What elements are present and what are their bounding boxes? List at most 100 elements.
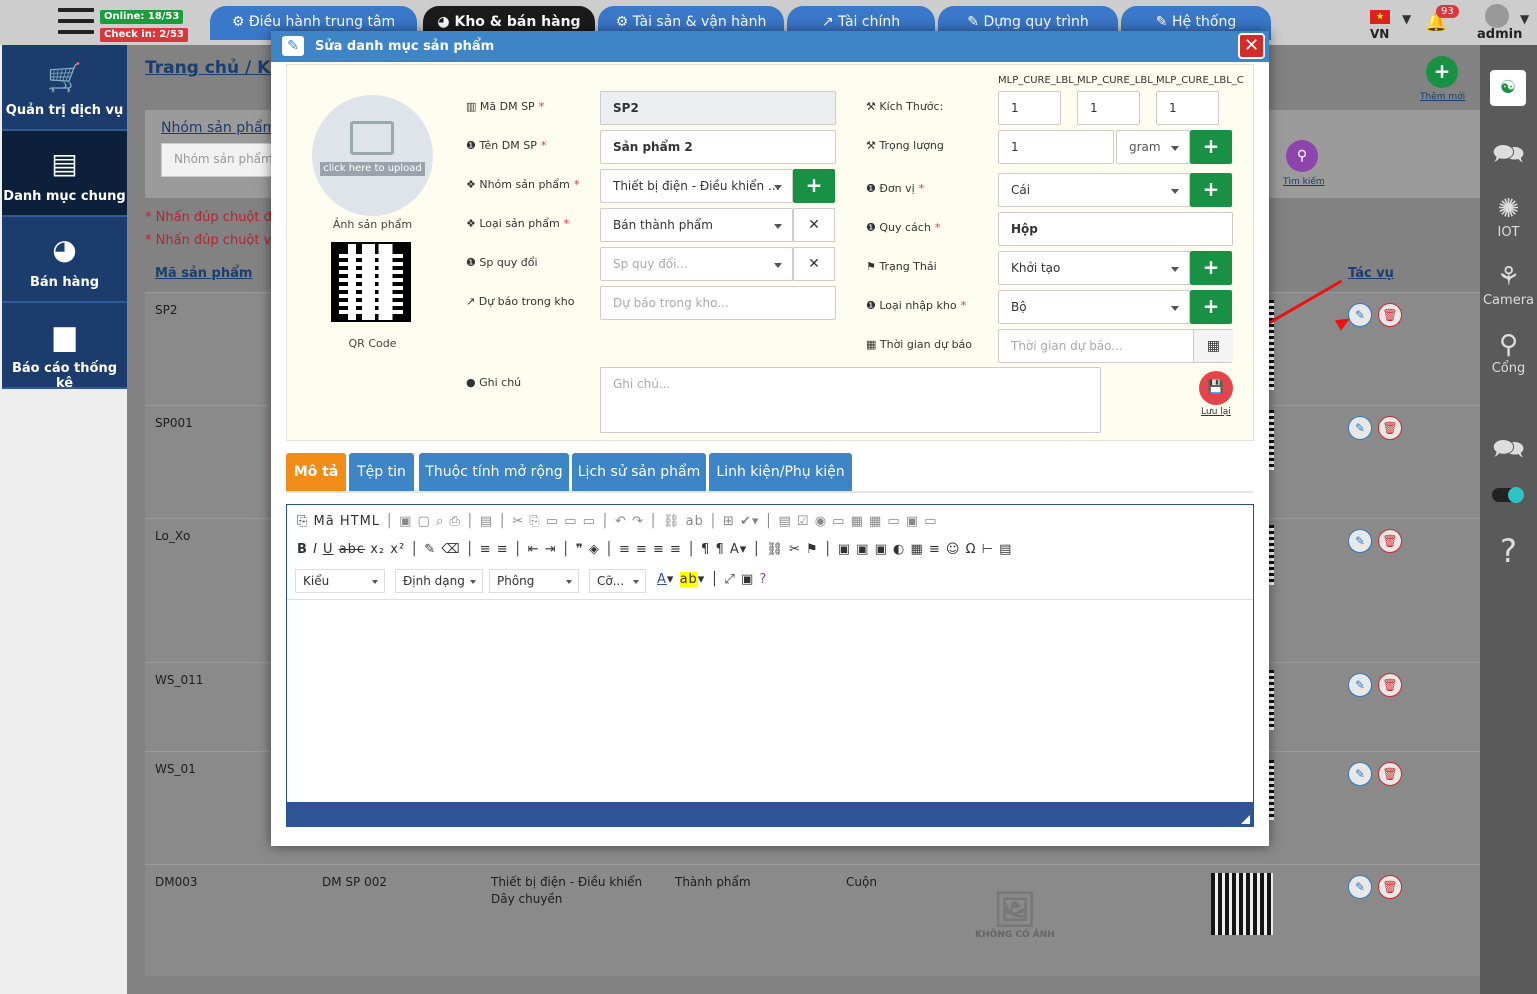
help-button[interactable]: ?	[1480, 527, 1537, 567]
format-dropdown[interactable]: Định dạng	[395, 569, 483, 593]
chevron-down-icon[interactable]: ▼	[1402, 12, 1411, 26]
edit-icon[interactable]: ✎	[1348, 875, 1372, 899]
online-badge: Online: 18/53	[100, 10, 184, 24]
delete-icon[interactable]: 🗑	[1378, 529, 1402, 553]
tab-components[interactable]: Linh kiện/Phụ kiện	[709, 453, 852, 492]
column-header-code[interactable]: Mã sản phẩm	[155, 266, 252, 281]
add-group-button[interactable]: +	[793, 169, 835, 203]
tab-extended-attributes[interactable]: Thuộc tính mở rộng	[419, 453, 569, 492]
add-new-label[interactable]: Thêm mới	[1420, 92, 1465, 102]
iot-button[interactable]: ✺ IOT	[1480, 185, 1537, 240]
toolbar-buttons-row-1[interactable]: │ ▣ ▢ ⌕ ⎙ │ ▤ │ ✂ ⎘ ▭ ▭ ▭ │ ↶ ↷ │ ⛓ ab │…	[385, 514, 937, 529]
name-input[interactable]: Sản phẩm 2	[600, 130, 836, 164]
forecast-time-label-text: Thời gian dự báo	[879, 338, 973, 351]
status-select[interactable]: Khởi tạo	[998, 251, 1190, 285]
size-input-2[interactable]: 1	[1077, 91, 1140, 125]
no-image-label: KHÔNG CÓ ẢNH	[975, 930, 1055, 940]
size-input-1[interactable]: 1	[998, 91, 1061, 125]
edit-icon[interactable]: ✎	[1348, 762, 1372, 786]
camera-button[interactable]: ⚘ Camera	[1480, 253, 1537, 308]
add-status-button[interactable]: +	[1190, 251, 1232, 285]
spec-label: ❶ Quy cách *	[866, 221, 941, 234]
edit-icon[interactable]: ✎	[1348, 416, 1372, 440]
sidebar-item-label: Danh mục chung	[3, 189, 126, 204]
font-dropdown[interactable]: Phông	[489, 569, 579, 593]
save-label[interactable]: Lưu lại	[1201, 407, 1231, 417]
code-input[interactable]: SP2	[600, 91, 836, 125]
gate-button[interactable]: ⚲ Cổng	[1480, 321, 1537, 376]
chat-button[interactable]: 🗪	[1480, 425, 1537, 465]
pie-chart-icon: ◕	[52, 233, 77, 266]
import-label: ❶ Loại nhập kho *	[866, 299, 967, 312]
convert-select[interactable]: Sp quy đổi...	[600, 247, 793, 281]
table-row[interactable]: DM003 DM SP 002 Thiết bị điện - Điều khi…	[145, 864, 1480, 976]
type-select[interactable]: Bán thành phẩm	[600, 208, 793, 242]
sidebar-item-reports[interactable]: ▆ Báo cáo thống kê	[2, 303, 127, 391]
search-icon[interactable]: ⚲	[1286, 140, 1318, 172]
tab-files[interactable]: Tệp tin	[349, 453, 414, 492]
size-header-3: MLP_CURE_LBL_C	[1156, 75, 1244, 86]
weight-unit-select[interactable]: gram	[1116, 130, 1190, 164]
username[interactable]: admin	[1477, 27, 1522, 42]
code-label: ▥ Mã DM SP *	[466, 100, 545, 113]
row-name: DM SP 002	[322, 875, 387, 889]
camera-icon: ⚘	[1496, 262, 1521, 292]
delete-icon[interactable]: 🗑	[1378, 875, 1402, 899]
hint-text: * Nhấn đúp chuột để	[145, 210, 280, 225]
vn-flag-icon[interactable]: ★	[1370, 10, 1390, 24]
resize-handle[interactable]	[1241, 815, 1250, 824]
spec-input[interactable]: Hộp	[998, 212, 1233, 246]
language-label[interactable]: VN	[1370, 27, 1389, 41]
size-label: ⚒ Kích Thước:	[866, 100, 944, 113]
group-select[interactable]: Thiết bị điện - Điều khiển ...	[600, 169, 793, 203]
weight-input[interactable]: 1	[998, 130, 1114, 164]
clear-convert-button[interactable]: ✕	[793, 247, 835, 281]
size-input-3[interactable]: 1	[1156, 91, 1219, 125]
source-icon[interactable]: ⎘ Mã HTML	[297, 514, 380, 529]
image-upload[interactable]: click here to upload	[312, 95, 433, 216]
menu-icon[interactable]	[58, 8, 94, 40]
edit-icon[interactable]: ✎	[1348, 529, 1372, 553]
sidebar-item-catalog[interactable]: ▤ Danh mục chung	[2, 131, 127, 217]
import-select[interactable]: Bộ	[998, 290, 1190, 324]
clear-type-button[interactable]: ✕	[793, 208, 835, 242]
import-label-text: Loại nhập kho	[879, 299, 957, 312]
delete-icon[interactable]: 🗑	[1378, 303, 1402, 327]
toolbar-row-2[interactable]: B I U abc x₂ x² │ ✎ ⌫ │ ≡ ≡ │ ⇤ ⇥ │ ❞ ◈ …	[297, 542, 1012, 557]
avatar[interactable]	[1485, 4, 1509, 28]
sidebar-item-services[interactable]: 🛒 Quản trị dịch vụ	[2, 45, 127, 131]
style-dropdown[interactable]: Kiểu	[295, 569, 385, 593]
delete-icon[interactable]: 🗑	[1378, 416, 1402, 440]
form-panel: click here to upload Ảnh sản phẩm QR Cod…	[286, 64, 1254, 441]
forecast-input[interactable]: Dự báo trong kho...	[600, 286, 836, 320]
theme-toggle[interactable]	[1492, 487, 1524, 503]
add-weight-unit-button[interactable]: +	[1190, 130, 1232, 164]
note-textarea[interactable]: Ghi chú...	[600, 367, 1101, 433]
chevron-down-icon[interactable]: ▼	[1520, 12, 1529, 26]
tab-product-history[interactable]: Lịch sử sản phẩm	[572, 453, 706, 492]
add-import-button[interactable]: +	[1190, 290, 1232, 324]
save-icon[interactable]: 💾	[1199, 371, 1233, 405]
add-new-button[interactable]: +	[1426, 56, 1458, 88]
left-sidebar: 🛒 Quản trị dịch vụ ▤ Danh mục chung ◕ Bán h…	[2, 45, 127, 391]
editor-content-area[interactable]	[287, 601, 1253, 801]
sidebar-item-sales[interactable]: ◕ Bán hàng	[2, 217, 127, 303]
delete-icon[interactable]: 🗑	[1378, 673, 1402, 697]
toolbar-row-3[interactable]: A▾ ab▾ │ ⤢ ▣ ?	[657, 572, 767, 587]
tab-description[interactable]: Mô tả	[286, 453, 346, 492]
edit-icon[interactable]: ✎	[1348, 673, 1372, 697]
search-label[interactable]: Tìm kiếm	[1283, 177, 1325, 187]
close-icon[interactable]: ✕	[1238, 33, 1265, 59]
size-dropdown[interactable]: Cỡ...	[589, 569, 646, 593]
qr-caption: QR Code	[348, 337, 397, 350]
unit-select[interactable]: Cái	[998, 173, 1190, 207]
note-label: ● Ghi chú	[466, 376, 522, 389]
weight-label: ⚒ Trọng lượng	[866, 139, 944, 152]
calendar-icon[interactable]: ▦	[1193, 330, 1233, 362]
filter-group-input[interactable]: Nhóm sản phẩm	[161, 143, 276, 177]
toolbar-row-1: ⎘ Mã HTML │ ▣ ▢ ⌕ ⎙ │ ▤ │ ✂ ⎘ ▭ ▭ ▭ │ ↶ …	[297, 514, 938, 529]
add-unit-button[interactable]: +	[1190, 173, 1232, 207]
row-type: Thành phẩm	[675, 875, 751, 889]
delete-icon[interactable]: 🗑	[1378, 762, 1402, 786]
video-chat-button[interactable]: 🗪	[1480, 130, 1537, 170]
